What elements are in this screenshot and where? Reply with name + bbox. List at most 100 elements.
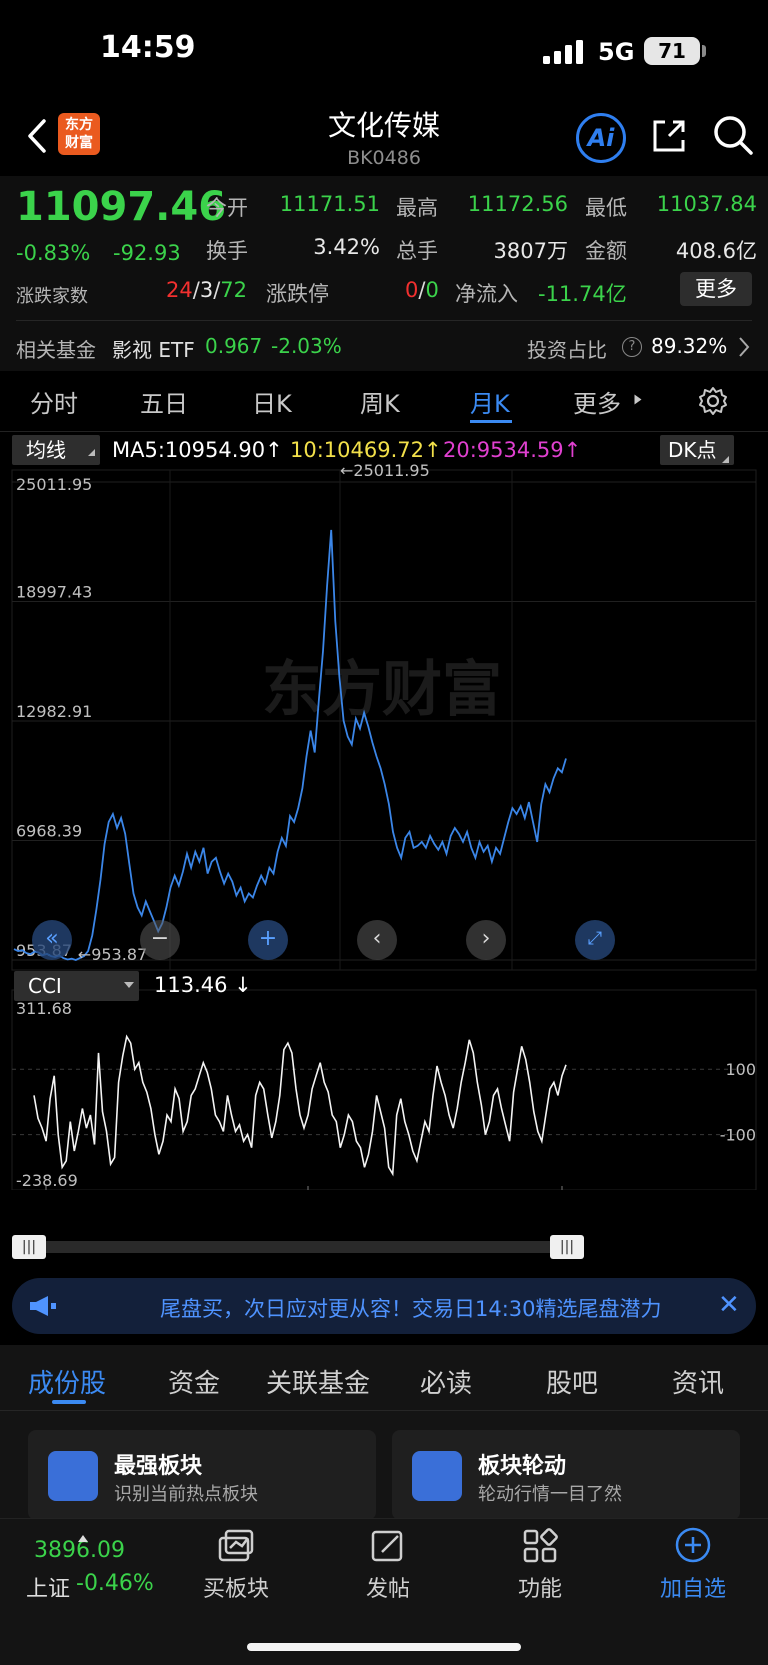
- latest-price: 11097.46: [16, 184, 227, 230]
- ma5-value: MA5:10954.90↑: [112, 438, 283, 462]
- updown-count: 24/3/72: [166, 278, 247, 302]
- nav-add-watchlist[interactable]: 加自选: [638, 1571, 748, 1603]
- price-tick-label: 25011.95: [16, 475, 92, 494]
- sector-rotation-icon: [412, 1451, 462, 1501]
- turnover-label: 换手: [206, 239, 248, 263]
- open-value: 11171.51: [279, 192, 380, 216]
- nav-post[interactable]: 发帖: [333, 1571, 443, 1603]
- fund-name[interactable]: 影视 ETF: [112, 334, 195, 363]
- network-type: 5G: [598, 38, 635, 66]
- functions-icon[interactable]: [522, 1528, 558, 1564]
- battery-tip: [702, 45, 706, 57]
- scroll-left-icon[interactable]: ‹: [357, 920, 397, 960]
- cci-chart: 311.68 -238.69 100 -100: [12, 999, 756, 1190]
- ma5-text: MA5:10954.90: [112, 438, 266, 462]
- tabs-divider: [0, 431, 768, 432]
- time-axis: 200001201401202512: [45, 1186, 563, 1190]
- turnover-value: 3.42%: [313, 235, 380, 259]
- index-name[interactable]: 上证: [26, 1571, 70, 1603]
- limit-label: 涨跌停: [266, 282, 329, 306]
- zoom-in-icon[interactable]: +: [248, 920, 288, 960]
- ai-button[interactable]: Ai: [576, 113, 626, 163]
- price-tick-label: 18997.43: [16, 583, 92, 602]
- ma10-value: 10:10469.72↑: [290, 438, 442, 462]
- jump-start-icon[interactable]: «: [32, 920, 72, 960]
- help-icon[interactable]: ?: [622, 337, 642, 357]
- cci-level-label: 100: [725, 1060, 756, 1079]
- range-handle-left[interactable]: |||: [12, 1235, 46, 1259]
- k-line-chart[interactable]: 东方财富 25011.9518997.4312982.916968.39953.…: [0, 460, 768, 1190]
- index-change: -0.46%: [76, 1571, 154, 1596]
- card-subtitle: 轮动行情一目了然: [478, 1484, 622, 1505]
- monthly-price-line: [13, 529, 567, 961]
- card-title: 最强板块: [114, 1454, 203, 1479]
- range-handle-right[interactable]: |||: [550, 1235, 584, 1259]
- up-count: 24: [166, 278, 193, 302]
- tab-more-caret-icon: [634, 394, 642, 405]
- tab-news[interactable]: 资讯: [672, 1363, 724, 1400]
- tab-related-funds[interactable]: 关联基金: [266, 1363, 370, 1400]
- strongest-sector-icon: [48, 1451, 98, 1501]
- tab-daily-k[interactable]: 日K: [252, 384, 292, 419]
- tab-forum[interactable]: 股吧: [546, 1363, 598, 1400]
- post-icon[interactable]: [370, 1528, 406, 1564]
- cci-level-label: -100: [720, 1126, 756, 1145]
- cci-select[interactable]: CCI: [14, 971, 139, 1001]
- cci-line: [33, 1034, 567, 1177]
- dk-point-label: DK点: [668, 438, 717, 462]
- volume-label: 总手: [396, 239, 438, 263]
- low-value: 11037.84: [656, 192, 757, 216]
- high-label: 最高: [396, 196, 438, 220]
- chevron-right-icon[interactable]: [738, 336, 750, 358]
- cci-select-caret-icon: [124, 982, 134, 988]
- min-price-marker: ←953.87: [78, 945, 147, 964]
- cci-top-label: 311.68: [16, 999, 72, 1018]
- tab-more[interactable]: 更多: [573, 384, 621, 419]
- settings-gear-icon[interactable]: [698, 386, 728, 416]
- tab-constituents[interactable]: 成份股: [28, 1363, 106, 1400]
- add-watchlist-icon[interactable]: [674, 1526, 712, 1564]
- buy-sector-icon[interactable]: [216, 1528, 256, 1564]
- high-value: 11172.56: [467, 192, 568, 216]
- invest-ratio-label: 投资占比: [527, 338, 607, 362]
- nav-functions[interactable]: 功能: [485, 1571, 595, 1603]
- change-percent: -0.83%: [16, 241, 91, 265]
- watermark: 东方财富: [262, 655, 502, 725]
- tab-funds[interactable]: 资金: [168, 1363, 220, 1400]
- tab-must-read[interactable]: 必读: [420, 1363, 472, 1400]
- price-tick-label: 6968.39: [16, 822, 82, 841]
- ma20-value: 20:9534.59↑: [443, 438, 582, 462]
- signal-icon: [543, 40, 583, 64]
- tab-five-day[interactable]: 五日: [140, 384, 188, 419]
- max-price-marker: ←25011.95: [340, 461, 430, 480]
- scroll-right-icon[interactable]: ›: [466, 920, 506, 960]
- share-icon[interactable]: [649, 116, 689, 156]
- fullscreen-icon[interactable]: ⤢: [575, 920, 615, 960]
- home-indicator: [247, 1643, 521, 1651]
- amount-label: 金额: [585, 239, 627, 263]
- more-button[interactable]: 更多: [680, 272, 752, 306]
- search-icon[interactable]: [712, 114, 754, 156]
- change-value: -92.93: [113, 241, 181, 265]
- fund-price: 0.967: [205, 334, 263, 358]
- fund-change: -2.03%: [271, 334, 342, 358]
- banner-text[interactable]: 尾盘买，次日应对更从容！交易日14:30精选尾盘潜力: [160, 1293, 700, 1323]
- nav-buy-sector[interactable]: 买板块: [181, 1571, 291, 1603]
- amount-value: 408.6亿: [675, 239, 757, 263]
- close-icon[interactable]: ✕: [718, 1290, 740, 1320]
- battery-icon: 71: [644, 37, 700, 65]
- tab-monthly-k[interactable]: 月K: [470, 384, 510, 419]
- cci-value: 113.46 ↓: [154, 973, 252, 997]
- netflow-value: -11.74亿: [538, 282, 627, 306]
- bottom-tabs-divider: [0, 1410, 768, 1411]
- limit-up-count: 0: [405, 278, 419, 302]
- ma20-text: 20:9534.59: [443, 438, 564, 462]
- tab-weekly-k[interactable]: 周K: [360, 384, 400, 419]
- zoom-out-icon[interactable]: −: [140, 920, 180, 960]
- tab-intraday[interactable]: 分时: [30, 384, 78, 419]
- cci-bottom-label: -238.69: [16, 1171, 78, 1190]
- card-title: 板块轮动: [478, 1454, 567, 1479]
- range-track: [12, 1241, 582, 1253]
- cci-value-text: 113.46: [154, 973, 228, 997]
- cci-panel-border: [11, 989, 757, 1190]
